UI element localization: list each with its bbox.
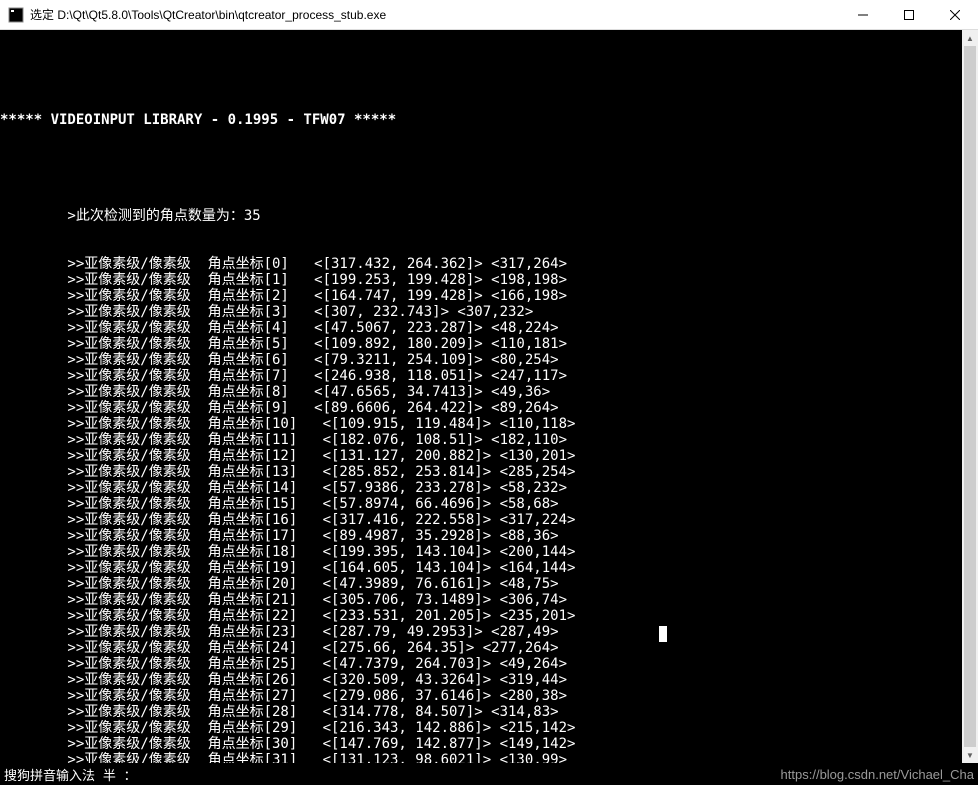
coordinate-row: >>亚像素级/像素级 角点坐标[5] <[109.892, 180.209]> …: [0, 336, 978, 352]
coordinate-row: >>亚像素级/像素级 角点坐标[11] <[182.076, 108.51]> …: [0, 432, 978, 448]
coordinate-row: >>亚像素级/像素级 角点坐标[19] <[164.605, 143.104]>…: [0, 560, 978, 576]
coordinate-row: >>亚像素级/像素级 角点坐标[8] <[47.6565, 34.7413]> …: [0, 384, 978, 400]
scroll-track[interactable]: [962, 46, 978, 747]
app-icon: [8, 7, 24, 23]
coordinate-row: >>亚像素级/像素级 角点坐标[6] <[79.3211, 254.109]> …: [0, 352, 978, 368]
coordinate-row: >>亚像素级/像素级 角点坐标[10] <[109.915, 119.484]>…: [0, 416, 978, 432]
coordinate-row: >>亚像素级/像素级 角点坐标[9] <[89.6606, 264.422]> …: [0, 400, 978, 416]
coordinate-rows: >>亚像素级/像素级 角点坐标[0] <[317.432, 264.362]> …: [0, 256, 978, 763]
coordinate-row: >>亚像素级/像素级 角点坐标[25] <[47.7379, 264.703]>…: [0, 656, 978, 672]
library-header: ***** VIDEOINPUT LIBRARY - 0.1995 - TFW0…: [0, 112, 978, 128]
window-frame: 选定 D:\Qt\Qt5.8.0\Tools\QtCreator\bin\qtc…: [0, 0, 978, 785]
coordinate-row: >>亚像素级/像素级 角点坐标[22] <[233.531, 201.205]>…: [0, 608, 978, 624]
coordinate-row: >>亚像素级/像素级 角点坐标[30] <[147.769, 142.877]>…: [0, 736, 978, 752]
scroll-thumb[interactable]: [964, 46, 976, 747]
coordinate-row: >>亚像素级/像素级 角点坐标[31] <[131.123, 98.6021]>…: [0, 752, 978, 763]
vertical-scrollbar[interactable]: ▲ ▼: [962, 30, 978, 763]
coordinate-row: >>亚像素级/像素级 角点坐标[3] <[307, 232.743]> <307…: [0, 304, 978, 320]
scroll-up-arrow[interactable]: ▲: [962, 30, 978, 46]
blank-line: [0, 160, 978, 176]
coordinate-row: >>亚像素级/像素级 角点坐标[17] <[89.4987, 35.2928]>…: [0, 528, 978, 544]
coordinate-row: >>亚像素级/像素级 角点坐标[29] <[216.343, 142.886]>…: [0, 720, 978, 736]
watermark: https://blog.csdn.net/Vichael_Cha: [781, 767, 974, 782]
coordinate-row: >>亚像素级/像素级 角点坐标[23] <[287.79, 49.2953]> …: [0, 624, 978, 640]
coordinate-row: >>亚像素级/像素级 角点坐标[24] <[275.66, 264.35]> <…: [0, 640, 978, 656]
coordinate-row: >>亚像素级/像素级 角点坐标[4] <[47.5067, 223.287]> …: [0, 320, 978, 336]
coordinate-row: >>亚像素级/像素级 角点坐标[28] <[314.778, 84.507]> …: [0, 704, 978, 720]
status-bar: 搜狗拼音输入法 半 ： https://blog.csdn.net/Vichae…: [0, 763, 978, 785]
ime-status: 搜狗拼音输入法 半 ：: [4, 765, 137, 784]
coordinate-row: >>亚像素级/像素级 角点坐标[12] <[131.127, 200.882]>…: [0, 448, 978, 464]
coordinate-row: >>亚像素级/像素级 角点坐标[2] <[164.747, 199.428]> …: [0, 288, 978, 304]
coordinate-row: >>亚像素级/像素级 角点坐标[7] <[246.938, 118.051]> …: [0, 368, 978, 384]
coordinate-row: >>亚像素级/像素级 角点坐标[27] <[279.086, 37.6146]>…: [0, 688, 978, 704]
maximize-button[interactable]: [886, 0, 932, 30]
coordinate-row: >>亚像素级/像素级 角点坐标[14] <[57.9386, 233.278]>…: [0, 480, 978, 496]
coordinate-row: >>亚像素级/像素级 角点坐标[26] <[320.509, 43.3264]>…: [0, 672, 978, 688]
coordinate-row: >>亚像素级/像素级 角点坐标[13] <[285.852, 253.814]>…: [0, 464, 978, 480]
coordinate-row: >>亚像素级/像素级 角点坐标[20] <[47.3989, 76.6161]>…: [0, 576, 978, 592]
window-controls: [840, 0, 978, 30]
coordinate-row: >>亚像素级/像素级 角点坐标[18] <[199.395, 143.104]>…: [0, 544, 978, 560]
coordinate-row: >>亚像素级/像素级 角点坐标[1] <[199.253, 199.428]> …: [0, 272, 978, 288]
coordinate-row: >>亚像素级/像素级 角点坐标[16] <[317.416, 222.558]>…: [0, 512, 978, 528]
scroll-down-arrow[interactable]: ▼: [962, 747, 978, 763]
detect-line: >此次检测到的角点数量为：35: [0, 208, 978, 224]
titlebar[interactable]: 选定 D:\Qt\Qt5.8.0\Tools\QtCreator\bin\qtc…: [0, 0, 978, 30]
coordinate-row: >>亚像素级/像素级 角点坐标[21] <[305.706, 73.1489]>…: [0, 592, 978, 608]
console-output[interactable]: ***** VIDEOINPUT LIBRARY - 0.1995 - TFW0…: [0, 30, 978, 763]
coordinate-row: >>亚像素级/像素级 角点坐标[0] <[317.432, 264.362]> …: [0, 256, 978, 272]
window-title: 选定 D:\Qt\Qt5.8.0\Tools\QtCreator\bin\qtc…: [30, 6, 840, 23]
coordinate-row: >>亚像素级/像素级 角点坐标[15] <[57.8974, 66.4696]>…: [0, 496, 978, 512]
text-cursor: [659, 626, 667, 642]
minimize-button[interactable]: [840, 0, 886, 30]
blank-line: [0, 64, 978, 80]
close-button[interactable]: [932, 0, 978, 30]
